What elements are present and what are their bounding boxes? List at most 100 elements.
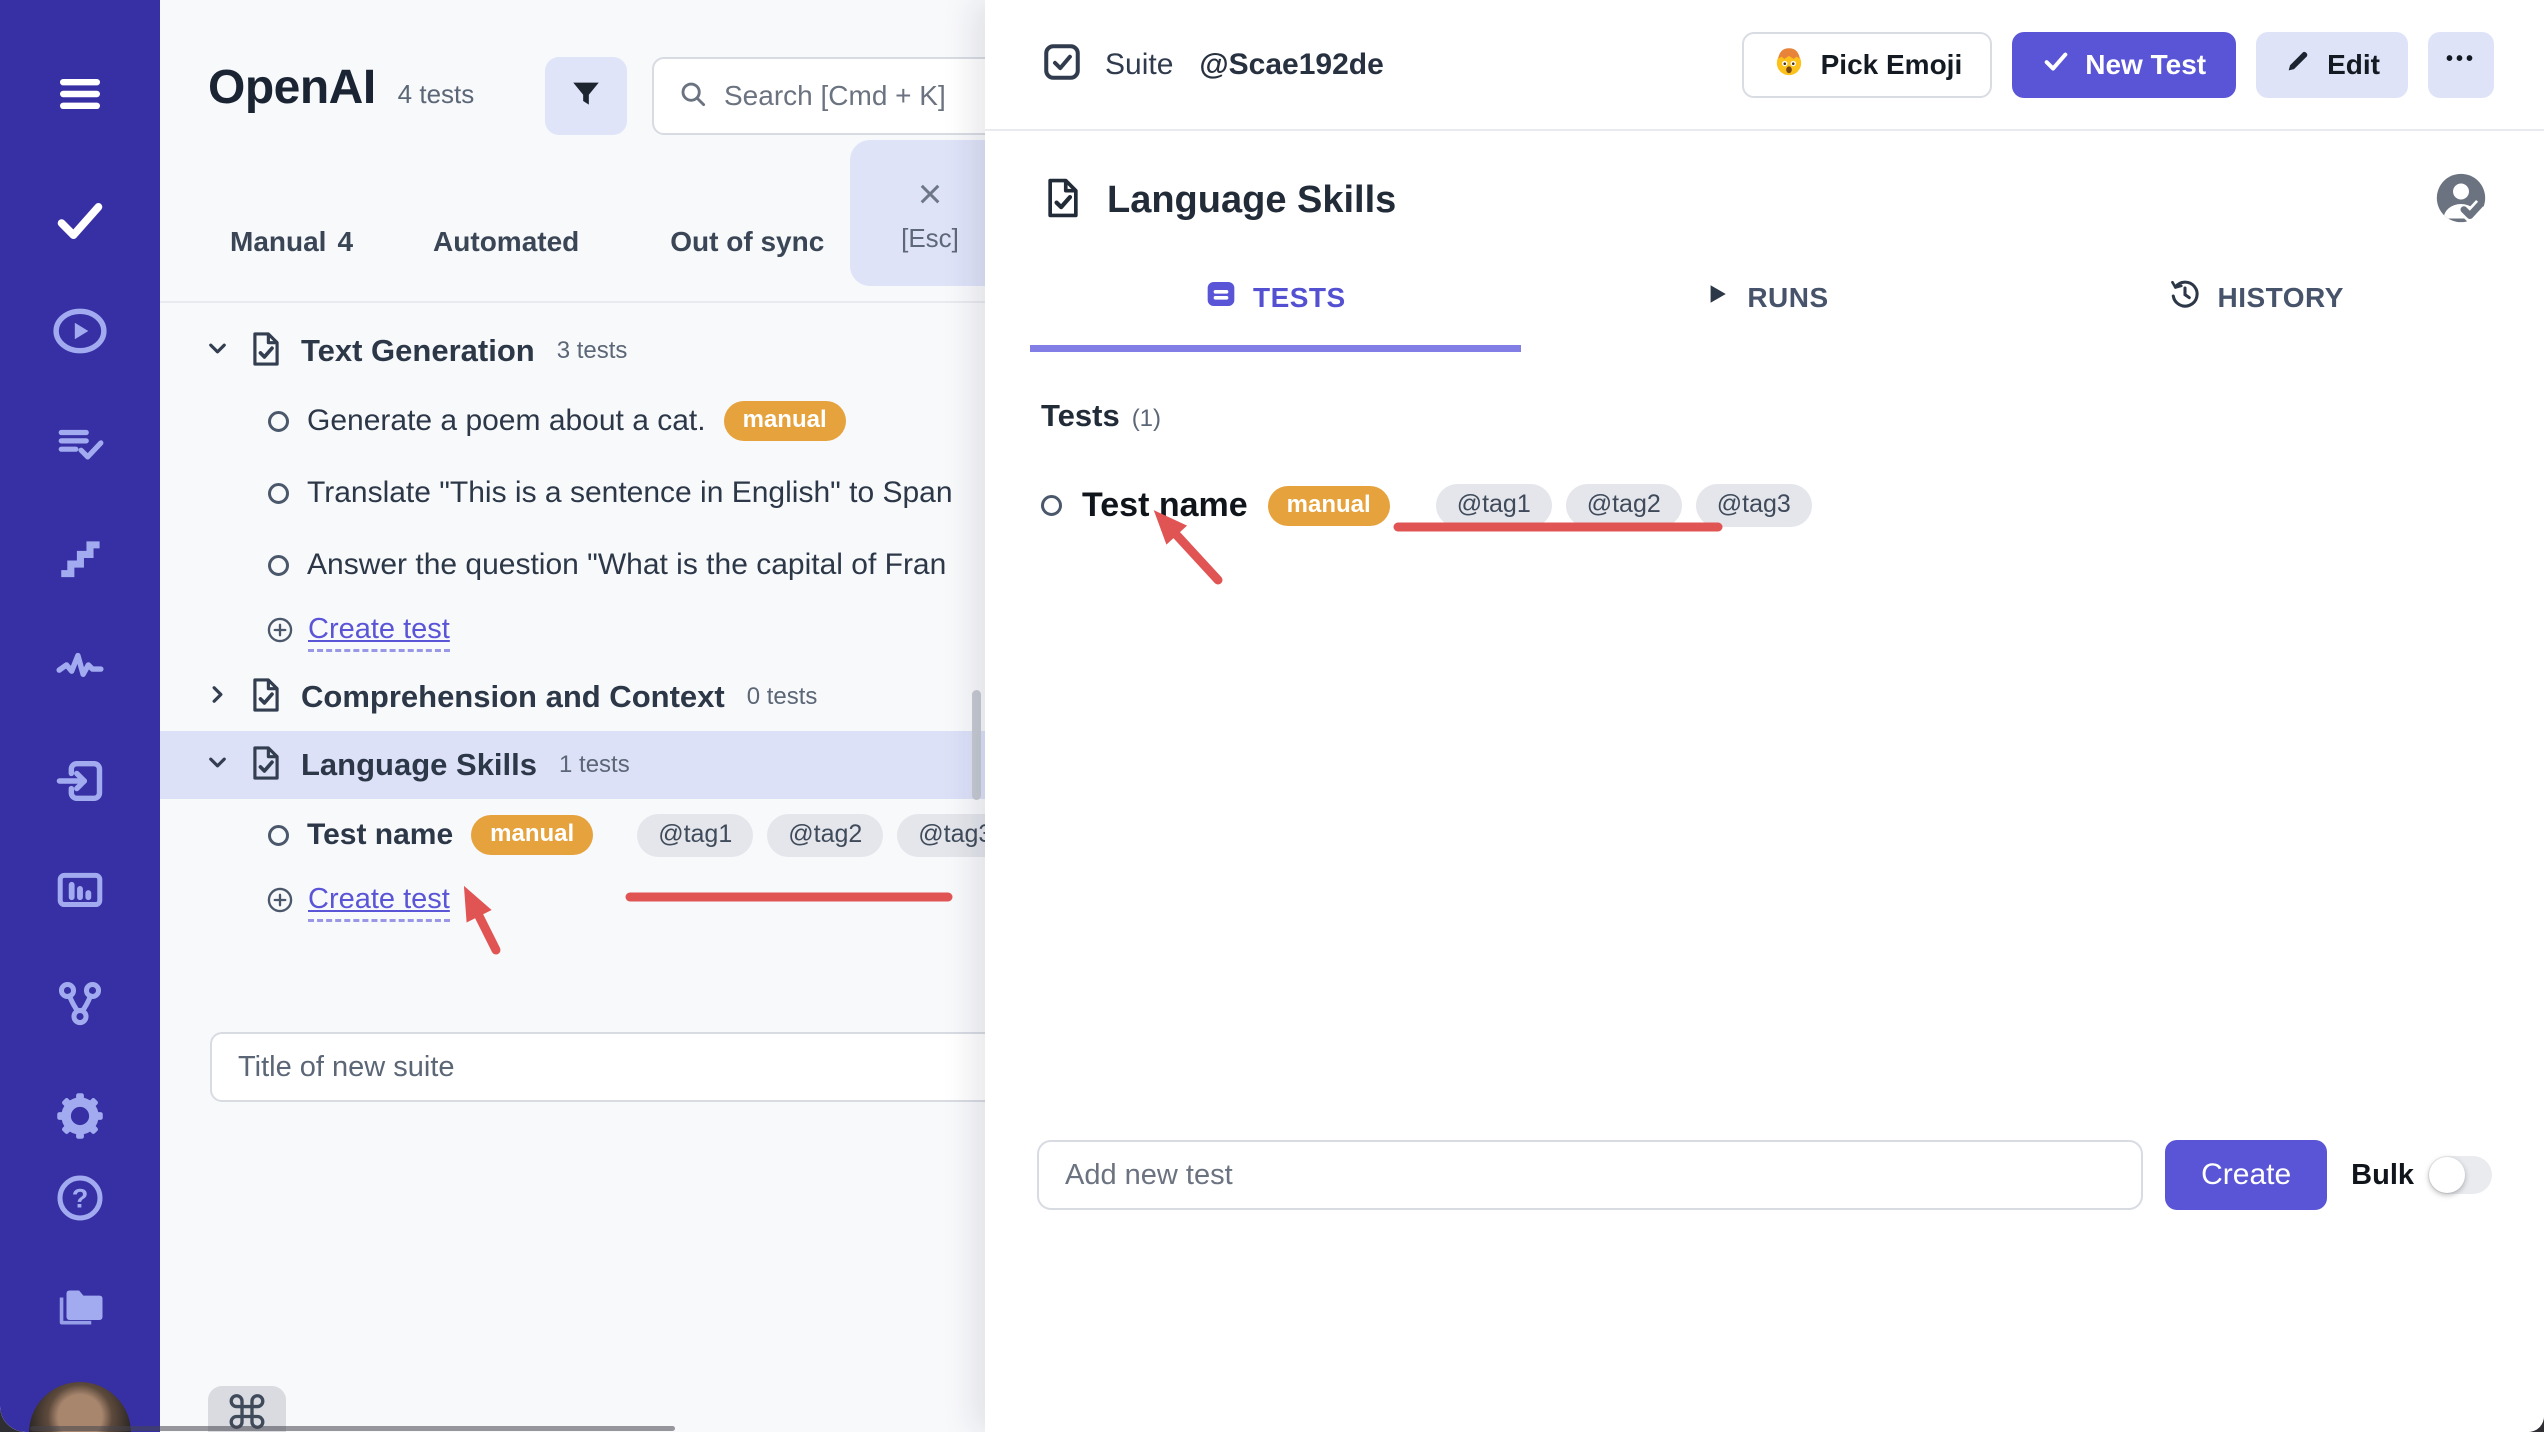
doc-check-icon xyxy=(1041,176,1085,225)
tag-list: @tag1 @tag2 @tag3 xyxy=(1435,484,1812,527)
pick-emoji-label: Pick Emoji xyxy=(1820,48,1963,80)
tab-out-of-sync[interactable]: Out of sync xyxy=(670,226,835,258)
import-icon[interactable] xyxy=(50,751,110,811)
suite-detail-header: Suite @Scae192de Pick Emoji New Test Edi… xyxy=(985,0,2544,131)
new-suite-title-input[interactable] xyxy=(210,1032,985,1102)
tab-manual[interactable]: Manual 4 xyxy=(230,226,353,258)
steps-icon[interactable] xyxy=(50,528,110,588)
search-box xyxy=(652,57,985,135)
suite-detail-tabs: TESTS RUNS HISTORY xyxy=(1030,278,2502,352)
suite-name: Text Generation xyxy=(301,333,535,368)
hamburger-menu-icon[interactable] xyxy=(50,64,110,124)
test-status-circle-icon xyxy=(268,554,289,576)
project-tests-count: 4 tests xyxy=(397,79,475,109)
help-icon[interactable]: ? xyxy=(50,1168,110,1228)
tab-label: RUNS xyxy=(1747,281,1829,313)
horizontal-scrollbar[interactable] xyxy=(30,1426,675,1431)
exploding-head-emoji-icon xyxy=(1772,44,1806,85)
add-test-input[interactable] xyxy=(1037,1140,2144,1210)
suite-title: Language Skills xyxy=(1107,179,1397,221)
play-icon xyxy=(1703,280,1731,315)
left-panel-scrollbar[interactable] xyxy=(972,690,981,800)
edit-label: Edit xyxy=(2327,48,2380,80)
create-test-link-language-skills[interactable]: Create test xyxy=(160,871,985,933)
plus-circle-icon xyxy=(266,886,294,919)
user-avatar[interactable] xyxy=(29,1382,131,1432)
tag: @tag1 xyxy=(637,813,754,857)
edit-button[interactable]: Edit xyxy=(2256,31,2408,98)
toggle-knob xyxy=(2429,1157,2465,1193)
suites-panel: OpenAI 4 tests Manual4 Automated Out of … xyxy=(160,0,985,1432)
runs-play-icon[interactable] xyxy=(50,301,110,361)
test-label: Answer the question "What is the capital… xyxy=(307,548,947,581)
tests-check-icon[interactable] xyxy=(50,191,110,251)
close-panel-button[interactable]: × [Esc] xyxy=(850,140,985,286)
settings-gear-icon[interactable] xyxy=(50,1086,110,1146)
manual-badge: manual xyxy=(723,401,846,441)
filter-button[interactable] xyxy=(545,57,627,135)
tests-list-icon xyxy=(1205,278,1237,317)
test-label: Test name xyxy=(307,818,454,851)
new-test-label: New Test xyxy=(2085,48,2207,80)
suite-name: Comprehension and Context xyxy=(301,679,725,714)
tag: @tag2 xyxy=(1565,484,1682,527)
manual-badge: manual xyxy=(471,815,594,855)
test-status-circle-icon xyxy=(1041,495,1062,516)
suite-tests-count: 0 tests xyxy=(746,683,818,710)
create-test-label: Create test xyxy=(308,883,450,922)
new-test-button[interactable]: New Test xyxy=(2012,31,2237,98)
chevron-down-icon xyxy=(204,335,231,367)
create-button[interactable]: Create xyxy=(2165,1140,2328,1210)
tag: @tag3 xyxy=(897,813,985,857)
chevron-right-icon xyxy=(204,681,231,713)
test-label: Generate a poem about a cat. xyxy=(307,404,706,437)
suite-tests-count: 3 tests xyxy=(556,337,628,364)
project-title: OpenAI xyxy=(208,61,376,114)
suite-row-text-generation[interactable]: Text Generation 3 tests xyxy=(160,317,985,385)
suite-tests-count: 1 tests xyxy=(559,751,630,778)
create-test-link-text-generation[interactable]: Create test xyxy=(160,601,985,663)
suite-row-comprehension[interactable]: Comprehension and Context 0 tests xyxy=(160,663,985,731)
svg-text:?: ? xyxy=(72,1183,89,1214)
bulk-toggle[interactable] xyxy=(2428,1156,2492,1194)
report-chart-icon[interactable] xyxy=(50,861,110,921)
close-icon: × xyxy=(917,169,943,217)
test-row-test-name[interactable]: Test name manual @tag1 @tag2 @tag3 xyxy=(160,799,985,871)
test-status-circle-icon xyxy=(268,410,289,432)
doc-check-icon xyxy=(247,676,285,719)
tag: @tag1 xyxy=(1435,484,1552,527)
test-row-answer[interactable]: Answer the question "What is the capital… xyxy=(160,529,985,601)
suite-name: Language Skills xyxy=(301,747,538,782)
branch-icon[interactable] xyxy=(50,973,110,1033)
pencil-icon xyxy=(2284,47,2312,82)
tab-runs[interactable]: RUNS xyxy=(1521,278,2012,352)
add-test-bar: Create Bulk xyxy=(1037,1140,2492,1210)
test-row-test-name[interactable]: Test name manual @tag1 @tag2 @tag3 xyxy=(1041,484,2544,527)
check-icon xyxy=(2042,47,2070,82)
tests-heading: Tests xyxy=(1041,398,1120,433)
history-clock-icon xyxy=(2169,278,2201,317)
manual-badge: manual xyxy=(1267,485,1390,526)
bulk-label: Bulk xyxy=(2351,1158,2414,1191)
check-square-icon xyxy=(1041,41,1083,88)
search-input[interactable] xyxy=(724,80,985,112)
test-row-poem[interactable]: Generate a poem about a cat. manual xyxy=(160,385,985,457)
suite-detail-panel: Suite @Scae192de Pick Emoji New Test Edi… xyxy=(985,0,2544,1432)
tab-label: HISTORY xyxy=(2217,281,2344,313)
test-label: Translate "This is a sentence in English… xyxy=(307,476,953,509)
tab-tests[interactable]: TESTS xyxy=(1030,278,1521,352)
tab-history[interactable]: HISTORY xyxy=(2011,278,2502,352)
test-name: Test name xyxy=(1082,486,1248,524)
activity-icon[interactable] xyxy=(50,637,110,697)
projects-folder-icon[interactable] xyxy=(50,1276,110,1336)
more-actions-button[interactable]: ••• xyxy=(2428,31,2494,98)
assignee-avatar-icon[interactable] xyxy=(2432,169,2490,232)
test-list-icon[interactable] xyxy=(50,415,110,475)
test-row-translate[interactable]: Translate "This is a sentence in English… xyxy=(160,457,985,529)
tag-list: @tag1 @tag2 @tag3 xyxy=(637,813,985,857)
create-test-label: Create test xyxy=(308,613,450,652)
tag: @tag2 xyxy=(767,813,884,857)
pick-emoji-button[interactable]: Pick Emoji xyxy=(1741,31,1993,98)
tab-automated[interactable]: Automated xyxy=(433,226,590,258)
suite-row-language-skills[interactable]: Language Skills 1 tests xyxy=(160,731,985,799)
